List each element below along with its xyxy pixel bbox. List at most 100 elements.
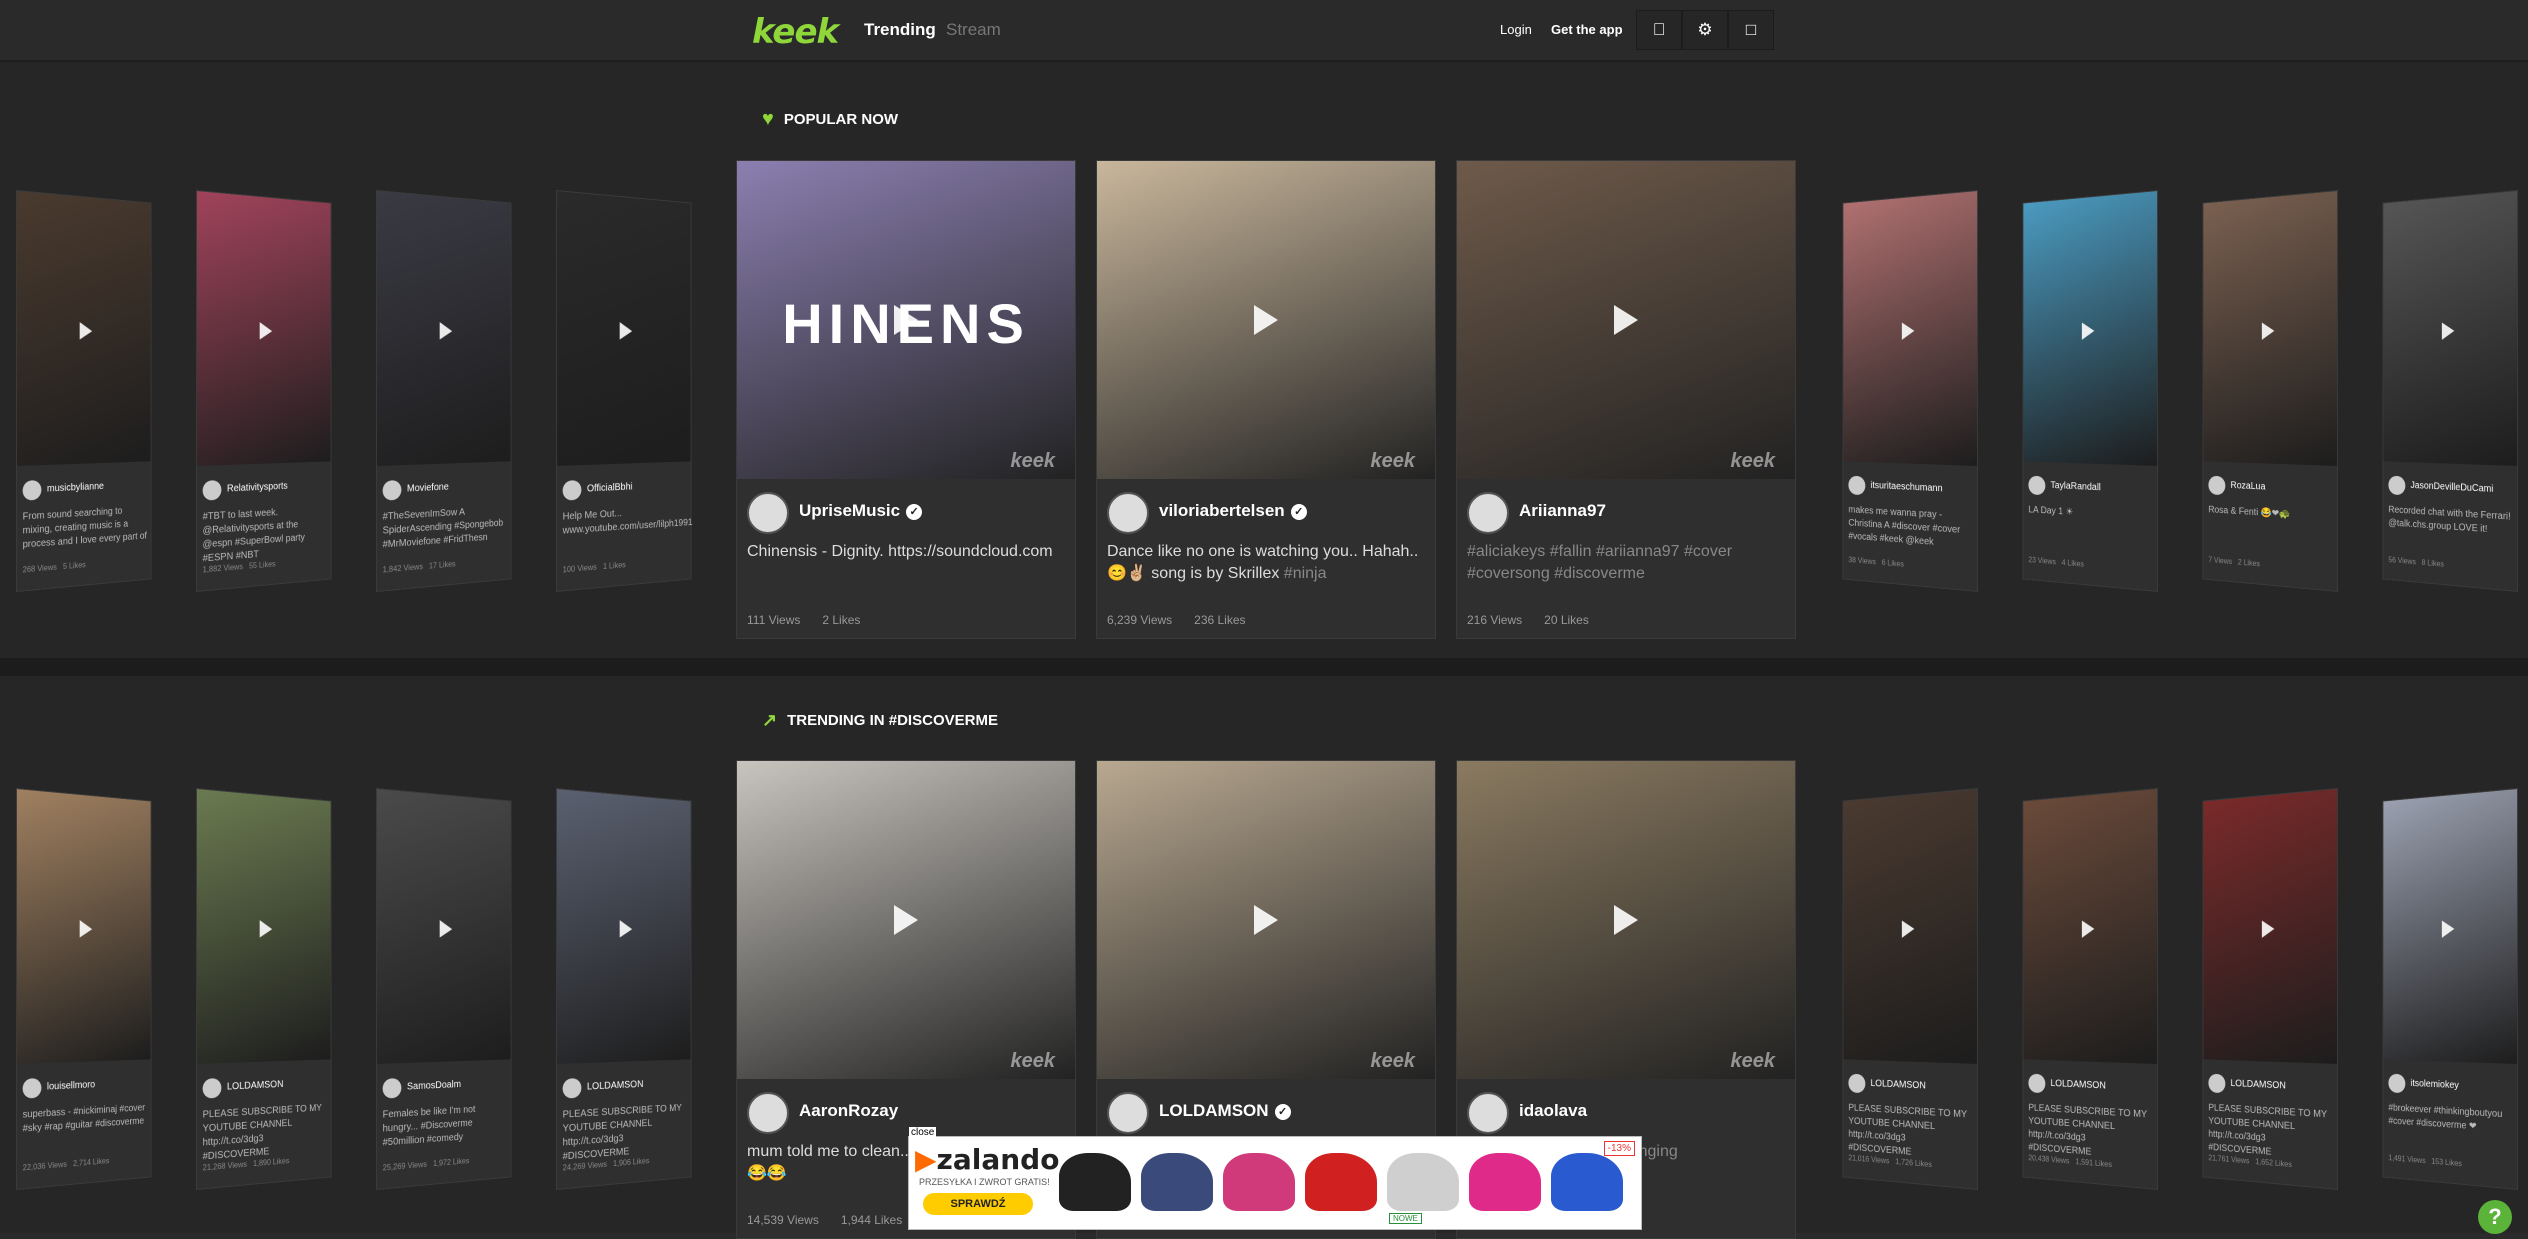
avatar[interactable] — [2028, 1073, 2046, 1094]
side-video-card[interactable]: SamosDoalm Females be like I'm not hungr… — [376, 788, 512, 1190]
shoe-image[interactable] — [1223, 1153, 1295, 1211]
nav-stream[interactable]: Stream — [946, 20, 1001, 40]
side-video-card[interactable]: OfficialBbhi Help Me Out... www.youtube.… — [556, 190, 692, 592]
avatar[interactable] — [382, 479, 402, 501]
video-thumbnail[interactable] — [2023, 191, 2158, 466]
video-thumbnail[interactable] — [1843, 191, 1978, 466]
card-username[interactable]: RozaLua — [2230, 480, 2265, 492]
play-icon[interactable] — [2441, 321, 2455, 340]
shoe-image[interactable] — [1059, 1153, 1131, 1211]
avatar[interactable] — [2208, 1073, 2226, 1094]
video-thumbnail[interactable] — [556, 789, 691, 1064]
card-username[interactable]: LOLDAMSON — [587, 1079, 643, 1092]
side-video-card[interactable]: Moviefone #TheSevenImSow A SpiderAscendi… — [376, 190, 512, 592]
side-video-card[interactable]: JasonDevilleDuCami Recorded chat with th… — [2382, 190, 2518, 592]
avatar[interactable] — [202, 479, 222, 501]
side-video-card[interactable]: itsolemiokey #brokeever #thinkingboutyou… — [2382, 788, 2518, 1190]
play-icon[interactable] — [1614, 305, 1638, 335]
video-thumbnail[interactable] — [16, 789, 151, 1064]
card-username[interactable]: Moviefone — [407, 482, 449, 495]
avatar[interactable] — [202, 1077, 222, 1099]
avatar[interactable] — [2028, 475, 2046, 496]
card-username[interactable]: louisellmoro — [47, 1080, 95, 1093]
avatar[interactable] — [22, 1077, 42, 1099]
avatar[interactable] — [2388, 475, 2406, 496]
avatar[interactable] — [1848, 1073, 1866, 1094]
card-username[interactable]: musicbylianne — [47, 481, 104, 494]
video-thumbnail[interactable]: keek — [737, 761, 1075, 1079]
card-username[interactable]: AaronRozay — [799, 1101, 898, 1121]
card-username[interactable]: viloriabertelsen ✓ — [1159, 501, 1307, 521]
play-icon[interactable] — [1254, 905, 1278, 935]
card-username[interactable]: SamosDoalm — [407, 1079, 461, 1092]
apple-icon[interactable]:  — [1636, 10, 1682, 50]
video-thumbnail[interactable] — [2383, 191, 2518, 466]
side-video-card[interactable]: RozaLua Rosa & Fenti 😂❤🐢 7 Views 2 Likes — [2202, 190, 2338, 592]
side-video-card[interactable]: musicbylianne From sound searching to mi… — [16, 190, 152, 592]
video-thumbnail[interactable]: keek — [1097, 161, 1435, 479]
card-username[interactable]: JasonDevilleDuCami — [2410, 480, 2493, 494]
avatar[interactable] — [2208, 475, 2226, 496]
video-thumbnail[interactable]: keek — [1457, 761, 1795, 1079]
play-icon[interactable] — [79, 919, 93, 938]
play-icon[interactable] — [2081, 919, 2095, 938]
android-icon[interactable]: ⚙ — [1682, 10, 1728, 50]
play-icon[interactable] — [439, 321, 453, 340]
avatar[interactable] — [22, 479, 42, 501]
ad-check-button[interactable]: SPRAWDŹ — [923, 1193, 1033, 1215]
play-icon[interactable] — [79, 321, 93, 340]
video-thumbnail[interactable]: HINENS keek — [737, 161, 1075, 479]
video-thumbnail[interactable] — [196, 191, 331, 466]
shoe-image[interactable] — [1141, 1153, 1213, 1211]
avatar[interactable] — [562, 479, 582, 501]
card-username[interactable]: itsolemiokey — [2410, 1078, 2458, 1091]
avatar[interactable] — [1107, 1092, 1149, 1134]
side-video-card[interactable]: Relativitysports #TBT to last week. @Rel… — [196, 190, 332, 592]
card-username[interactable]: Ariianna97 — [1519, 501, 1606, 521]
video-thumbnail[interactable] — [1843, 789, 1978, 1064]
side-video-card[interactable]: LOLDAMSON PLEASE SUBSCRIBE TO MY YOUTUBE… — [2202, 788, 2338, 1190]
card-username[interactable]: LOLDAMSON ✓ — [1159, 1101, 1291, 1121]
video-card[interactable]: HINENS keek UpriseMusic ✓ Chinensis - Dig… — [736, 160, 1076, 639]
play-icon[interactable] — [439, 919, 453, 938]
play-icon[interactable] — [2441, 919, 2455, 938]
ad-close-button[interactable]: close — [909, 1127, 937, 1138]
video-thumbnail[interactable] — [2203, 191, 2338, 466]
avatar[interactable] — [1107, 492, 1149, 534]
card-username[interactable]: TaylaRandall — [2050, 480, 2100, 493]
shoe-image[interactable] — [1469, 1153, 1541, 1211]
video-thumbnail[interactable] — [556, 191, 691, 466]
card-username[interactable]: itsuritaeschumann — [1870, 480, 1942, 494]
shoe-image[interactable] — [1551, 1153, 1623, 1211]
card-username[interactable]: LOLDAMSON — [1870, 1078, 1925, 1091]
card-username[interactable]: OfficialBbhi — [587, 482, 633, 495]
play-icon[interactable] — [2261, 321, 2275, 340]
login-link[interactable]: Login — [1500, 22, 1532, 37]
play-icon[interactable] — [259, 919, 273, 938]
play-icon[interactable] — [1254, 305, 1278, 335]
keek-logo[interactable]: keek — [752, 12, 839, 52]
nav-trending[interactable]: Trending — [864, 20, 936, 40]
play-icon[interactable] — [894, 905, 918, 935]
video-thumbnail[interactable] — [376, 789, 511, 1064]
side-video-card[interactable]: TaylaRandall LA Day 1 ☀ 23 Views 4 Likes — [2022, 190, 2158, 592]
play-icon[interactable] — [1901, 919, 1915, 938]
play-icon[interactable] — [2081, 321, 2095, 340]
play-icon[interactable] — [619, 321, 633, 340]
side-video-card[interactable]: LOLDAMSON PLEASE SUBSCRIBE TO MY YOUTUBE… — [196, 788, 332, 1190]
shoe-image[interactable] — [1305, 1153, 1377, 1211]
avatar[interactable] — [747, 492, 789, 534]
side-video-card[interactable]: louisellmoro superbass - #nickiminaj #co… — [16, 788, 152, 1190]
card-username[interactable]: LOLDAMSON — [2230, 1078, 2285, 1091]
video-card[interactable]: keek viloriabertelsen ✓ Dance like no one… — [1096, 160, 1436, 639]
video-thumbnail[interactable]: keek — [1097, 761, 1435, 1079]
card-username[interactable]: idaolava — [1519, 1101, 1587, 1121]
video-thumbnail[interactable] — [376, 191, 511, 466]
card-username[interactable]: UpriseMusic ✓ — [799, 501, 923, 521]
side-video-card[interactable]: LOLDAMSON PLEASE SUBSCRIBE TO MY YOUTUBE… — [2022, 788, 2158, 1190]
side-video-card[interactable]: LOLDAMSON PLEASE SUBSCRIBE TO MY YOUTUBE… — [1842, 788, 1978, 1190]
video-card[interactable]: keek Ariianna97 #aliciakeys #fallin #ari… — [1456, 160, 1796, 639]
video-thumbnail[interactable] — [16, 191, 151, 466]
avatar[interactable] — [562, 1077, 582, 1099]
avatar[interactable] — [1467, 1092, 1509, 1134]
